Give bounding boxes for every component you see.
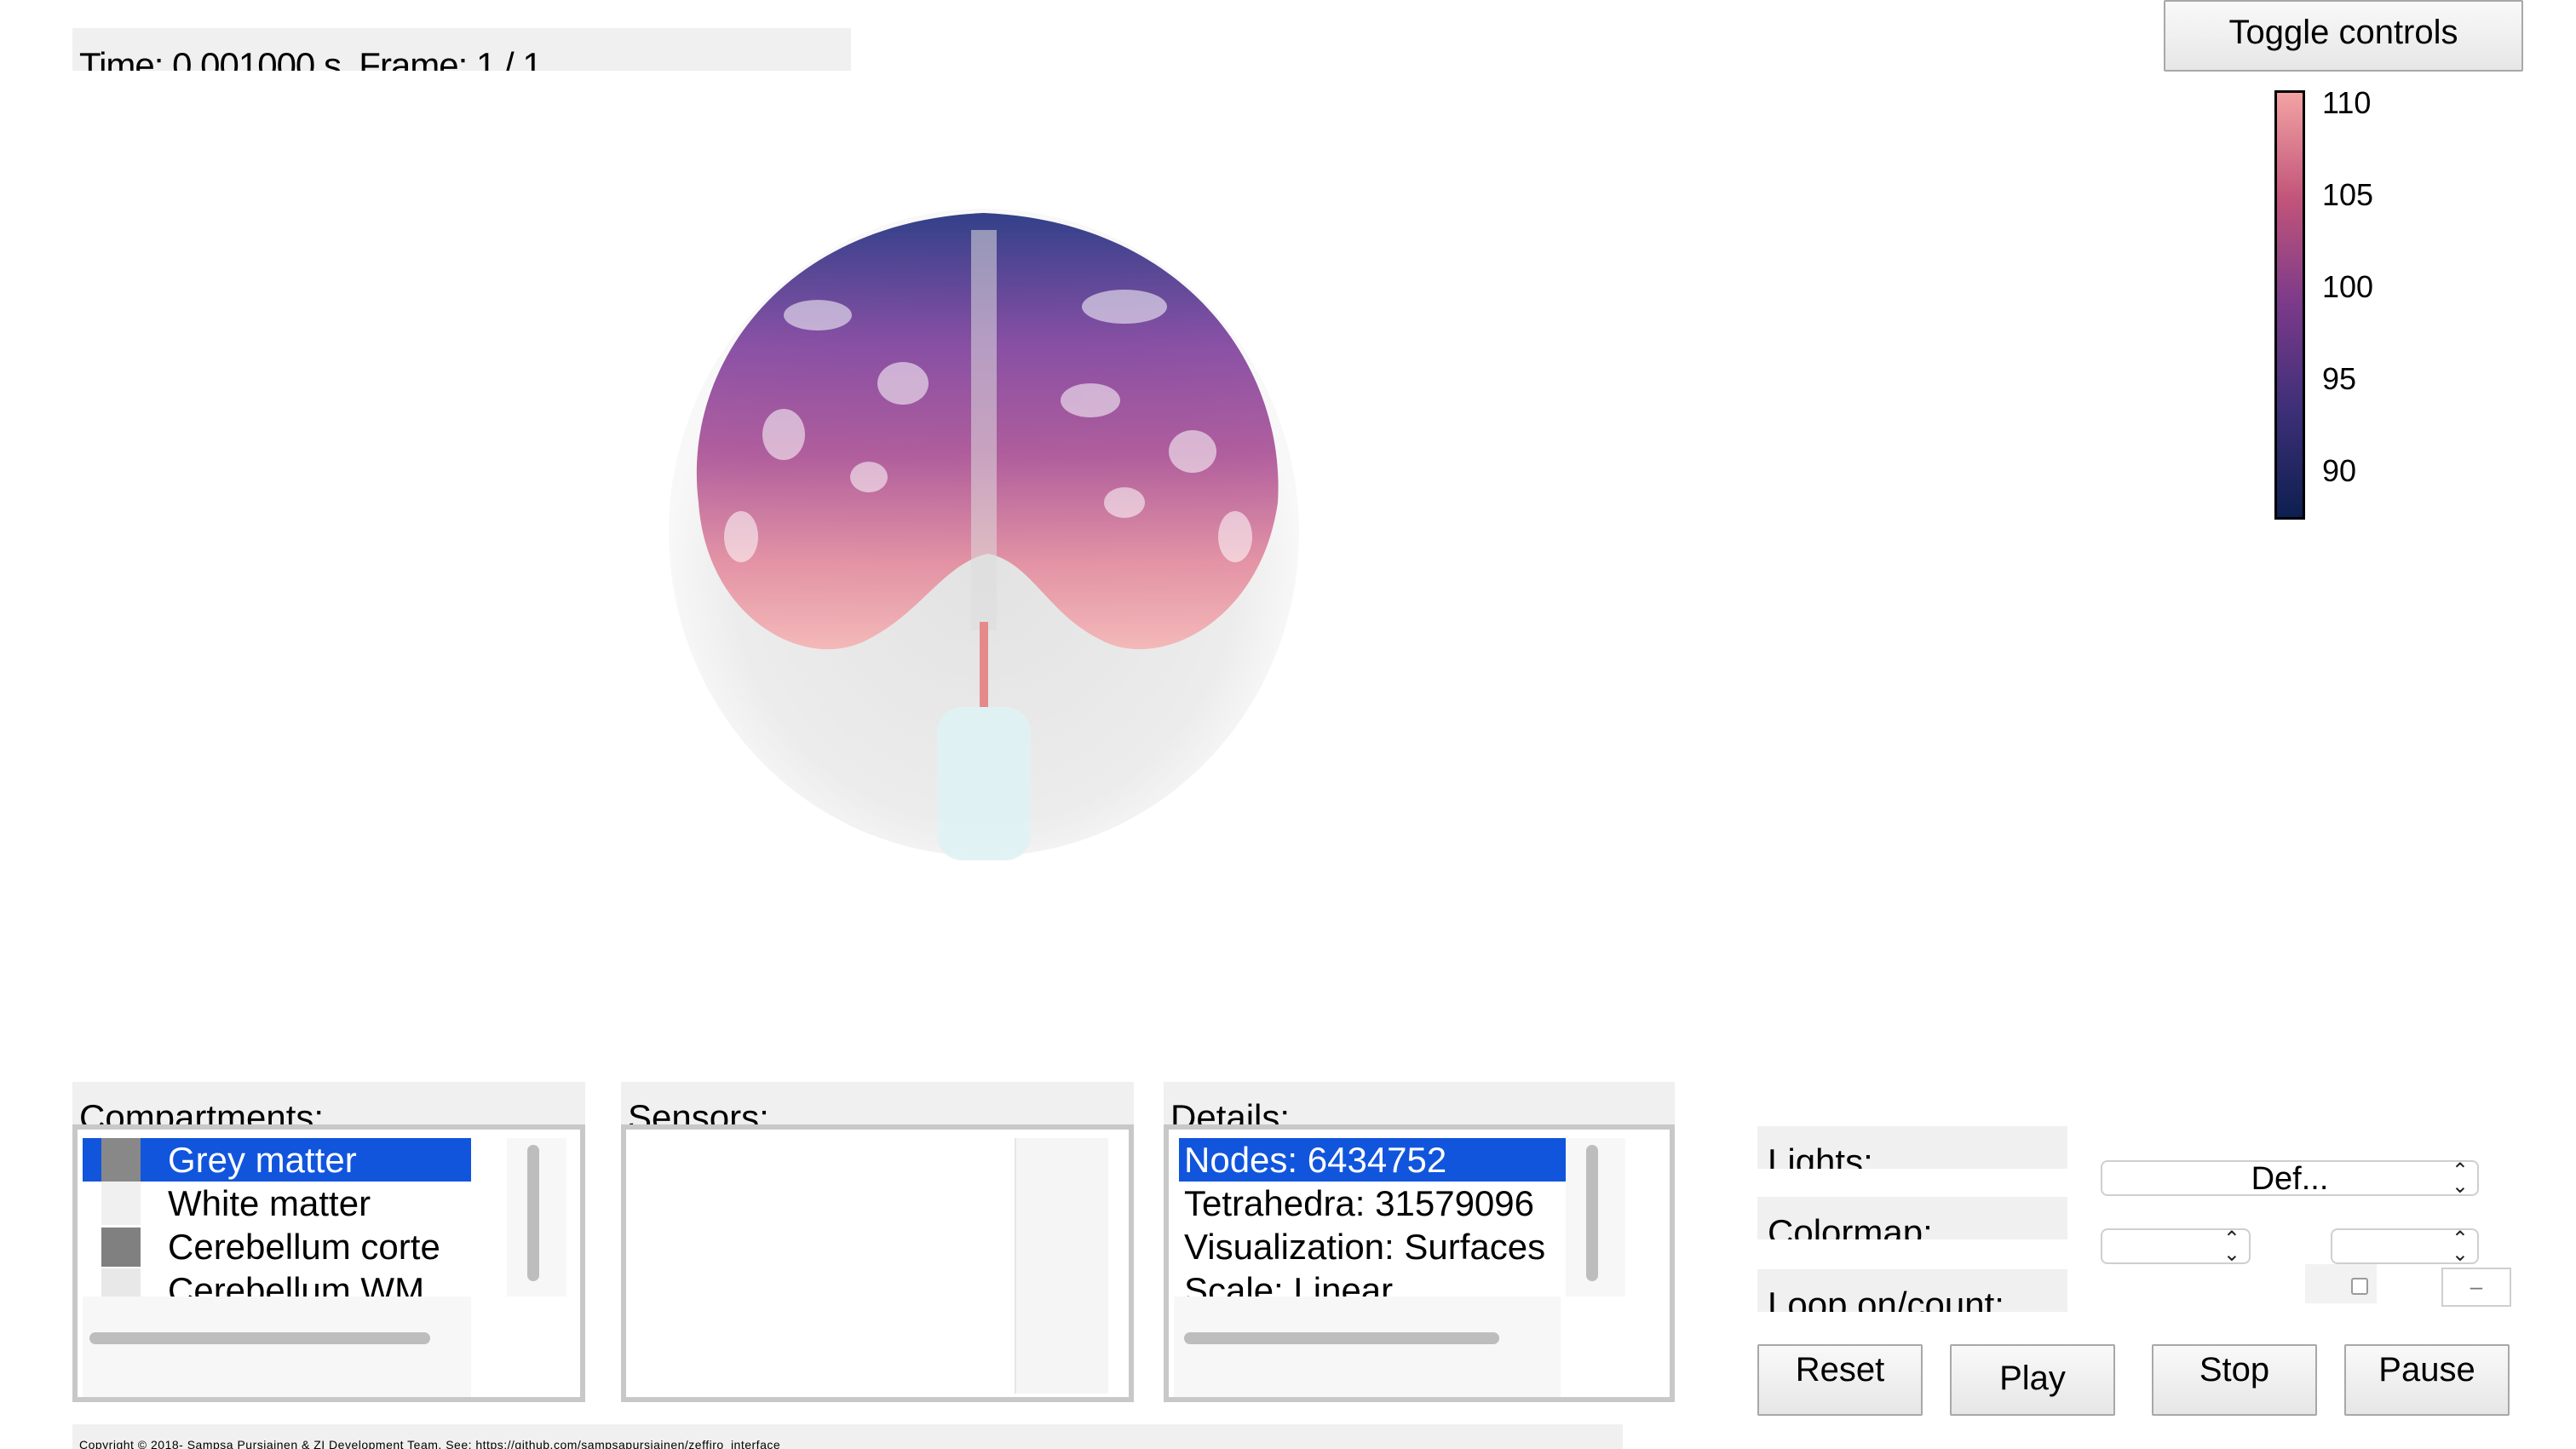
details-item[interactable]: Visualization: Surfaces (1179, 1225, 1566, 1268)
stop-button[interactable]: Stop (2152, 1344, 2317, 1416)
details-label-text: Details: (1170, 1097, 1291, 1124)
compartments-listbox[interactable]: Grey matter White matter Cerebellum cort… (72, 1124, 585, 1402)
loop-label-text: Loop on/count: (1768, 1285, 2004, 1312)
loop-label: Loop on/count: (1757, 1269, 2067, 1312)
reset-button-label: Reset (1795, 1351, 1885, 1389)
lights-label-text: Lights: (1768, 1141, 1873, 1169)
details-label: Details: (1164, 1082, 1675, 1124)
pause-button-label: Pause (2378, 1351, 2475, 1389)
compartments-hscroll-thumb[interactable] (89, 1332, 430, 1344)
lights-label: Lights: (1757, 1126, 2067, 1169)
play-button-label: Play (1999, 1360, 2066, 1397)
colormap-label: Colormap: (1757, 1197, 2067, 1239)
lights-select[interactable]: Def... ⌃ ⌄ (2101, 1159, 2479, 1198)
loop-count-field[interactable]: – (2441, 1268, 2511, 1307)
colorbar-gradient (2277, 93, 2303, 517)
compartments-vscroll-track[interactable] (507, 1138, 566, 1297)
details-item[interactable]: Nodes: 6434752 (1179, 1138, 1566, 1182)
toggle-controls-label: Toggle controls (2228, 14, 2458, 51)
chevron-updown-icon: ⌃ ⌄ (2222, 1228, 2240, 1266)
loop-checkbox[interactable] (2351, 1278, 2368, 1295)
colorbar (2274, 90, 2305, 520)
reset-button[interactable]: Reset (1757, 1344, 1923, 1416)
time-frame-text: Time: 0.001000 s, Frame: 1 / 1 (79, 45, 543, 71)
copyright-text: Copyright © 2018- Sampsa Pursiainen & ZI… (79, 1438, 781, 1449)
colorbar-tick-90: 90 (2322, 453, 2357, 488)
copyright-footer: Copyright © 2018- Sampsa Pursiainen & ZI… (72, 1424, 1623, 1449)
colorbar-tick-110: 110 (2322, 85, 2372, 120)
brain-render (669, 209, 1299, 860)
compartment-swatch (101, 1268, 141, 1297)
compartments-label-text: Compartments: (79, 1097, 325, 1124)
pause-button[interactable]: Pause (2344, 1344, 2510, 1416)
brain-visualization[interactable] (647, 196, 1320, 869)
play-button[interactable]: Play (1950, 1344, 2115, 1416)
sensors-label-text: Sensors: (628, 1097, 769, 1124)
compartment-swatch (101, 1228, 141, 1267)
chevron-updown-icon: ⌃ ⌄ (2451, 1228, 2469, 1266)
sensors-vscroll-track[interactable] (1015, 1138, 1108, 1394)
loop-count-placeholder: – (2470, 1274, 2483, 1299)
compartment-item[interactable]: Cerebellum WM (83, 1268, 471, 1297)
colorbar-tick-100: 100 (2322, 269, 2374, 304)
details-vscroll-thumb[interactable] (1586, 1145, 1598, 1281)
colormap-label-text: Colormap: (1768, 1212, 1933, 1239)
colormap-range-select[interactable]: ⌃ ⌄ (2331, 1228, 2479, 1266)
stop-button-label: Stop (2199, 1351, 2270, 1389)
details-item[interactable]: Tetrahedra: 31579096 (1179, 1182, 1566, 1225)
compartments-label: Compartments: (72, 1082, 585, 1124)
colorbar-tick-105: 105 (2322, 177, 2374, 212)
sensors-label: Sensors: (621, 1082, 1134, 1124)
details-hscroll-thumb[interactable] (1184, 1332, 1499, 1344)
compartment-item[interactable]: White matter (83, 1182, 471, 1225)
details-listbox[interactable]: Nodes: 6434752 Tetrahedra: 31579096 Visu… (1164, 1124, 1675, 1402)
toggle-controls-button[interactable]: Toggle controls (2164, 0, 2523, 72)
compartment-item[interactable]: Cerebellum corte (83, 1225, 471, 1268)
details-item[interactable]: Scale: Linear (1179, 1268, 1566, 1297)
sensors-listbox[interactable] (621, 1124, 1134, 1402)
time-frame-label: Time: 0.001000 s, Frame: 1 / 1 (72, 28, 851, 71)
compartment-item[interactable]: Grey matter (83, 1138, 471, 1182)
colormap-select[interactable]: ⌃ ⌄ (2101, 1228, 2251, 1266)
compartments-hscroll-track[interactable] (83, 1297, 471, 1397)
details-vscroll-track[interactable] (1566, 1138, 1625, 1297)
lights-select-value: Def... (2251, 1161, 2329, 1197)
compartment-swatch (101, 1182, 141, 1225)
compartments-items: Grey matter White matter Cerebellum cort… (83, 1138, 471, 1297)
details-items: Nodes: 6434752 Tetrahedra: 31579096 Visu… (1179, 1138, 1566, 1297)
loop-checkbox-area (2305, 1264, 2377, 1303)
chevron-updown-icon: ⌃ ⌄ (2451, 1159, 2469, 1198)
compartment-swatch (101, 1138, 141, 1182)
details-hscroll-track[interactable] (1174, 1297, 1561, 1397)
colorbar-tick-95: 95 (2322, 361, 2357, 396)
compartments-vscroll-thumb[interactable] (527, 1145, 539, 1281)
